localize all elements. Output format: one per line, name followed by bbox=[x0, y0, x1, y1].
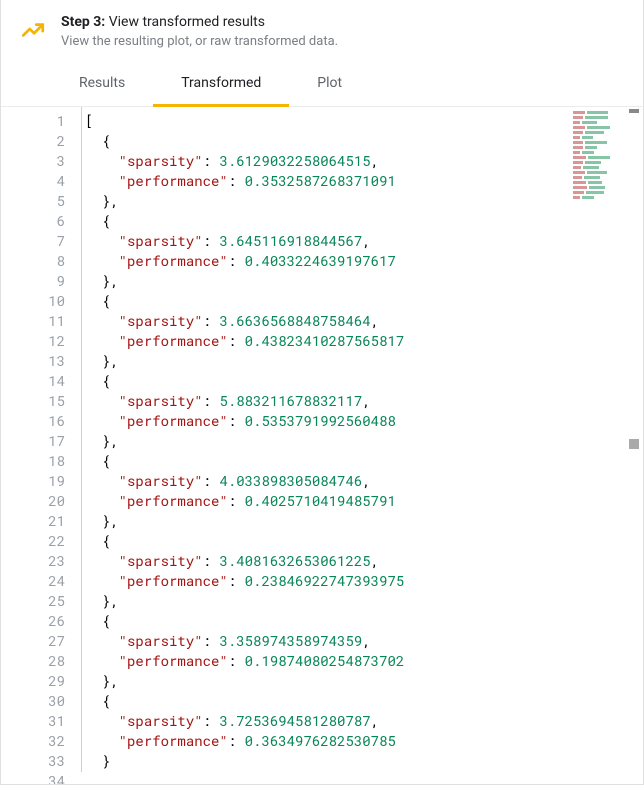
step-title: Step 3: View transformed results bbox=[61, 14, 625, 30]
code-area[interactable]: [ { "sparsity": 3.6129032258064515, "per… bbox=[81, 107, 643, 772]
scroll-marker bbox=[629, 439, 639, 449]
step-subtitle: View the resulting plot, or raw transfor… bbox=[61, 34, 625, 49]
scroll-marker bbox=[629, 109, 639, 113]
trend-icon bbox=[19, 16, 47, 44]
step-label: Step 3: bbox=[61, 14, 105, 30]
tabs: Results Transformed Plot bbox=[1, 59, 643, 107]
scroll-accents bbox=[627, 107, 639, 772]
step-text-block: Step 3: View transformed results View th… bbox=[61, 14, 625, 49]
step-header: Step 3: View transformed results View th… bbox=[1, 0, 643, 59]
tab-plot[interactable]: Plot bbox=[289, 59, 370, 106]
code-editor[interactable]: 1234567891011121314151617181920212223242… bbox=[1, 107, 643, 772]
tab-transformed[interactable]: Transformed bbox=[153, 59, 289, 106]
code-content: [ { "sparsity": 3.6129032258064515, "per… bbox=[81, 107, 643, 772]
line-gutter: 1234567891011121314151617181920212223242… bbox=[1, 107, 81, 772]
step-panel: Step 3: View transformed results View th… bbox=[0, 0, 644, 785]
tab-results[interactable]: Results bbox=[51, 59, 153, 106]
code-margin-line bbox=[81, 107, 82, 772]
step-title-text: View transformed results bbox=[109, 14, 265, 30]
